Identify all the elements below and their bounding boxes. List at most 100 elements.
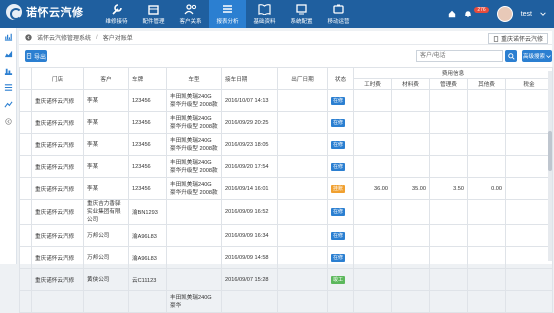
nav-label: 系统配置 xyxy=(290,19,313,25)
row-checkbox[interactable] xyxy=(19,89,32,112)
cell-material xyxy=(391,199,430,225)
avatar[interactable] xyxy=(496,6,513,22)
export-icon xyxy=(26,53,32,59)
table-row[interactable]: 重庆诺怀云汽修 李某 123456 丰田凯美瑞240G 豪华升级型 2008款 2016… xyxy=(19,89,554,112)
col-header-material[interactable]: 材料费 xyxy=(391,78,430,90)
search-icon xyxy=(507,52,515,60)
cell-plate: 渝A96L83 xyxy=(128,224,167,247)
row-checkbox[interactable] xyxy=(19,111,32,134)
app-logo[interactable]: 诺怀云汽修 xyxy=(6,4,84,20)
cell-material xyxy=(391,290,430,313)
col-header-status[interactable]: 状态 xyxy=(327,67,354,90)
row-checkbox[interactable] xyxy=(19,268,32,291)
cell-material xyxy=(391,224,430,247)
mobile-icon xyxy=(333,4,344,14)
col-header-out-date[interactable]: 出厂日期 xyxy=(277,67,328,90)
row-checkbox[interactable] xyxy=(19,155,32,178)
cell-labor xyxy=(353,268,392,291)
cell-in-date: 2016/09/14 16:01 xyxy=(221,177,278,200)
search-button[interactable] xyxy=(505,50,517,62)
advanced-search-button[interactable]: 高级搜索 xyxy=(522,50,552,62)
col-header-model[interactable]: 车型 xyxy=(166,67,222,90)
cell-material: 35.00 xyxy=(391,177,430,200)
back-icon[interactable] xyxy=(25,34,32,41)
cell-store: 重庆诺怀云汽修 xyxy=(31,199,84,225)
app-title: 诺怀云汽修 xyxy=(26,7,84,19)
table-row[interactable]: 重庆诺怀云汽修 重庆吉力香驿实业集团有限公司 渝BN1293 2016/09/09 1… xyxy=(19,199,554,225)
sidebar-chart-column-icon[interactable] xyxy=(0,62,17,79)
table-row[interactable]: 重庆诺怀云汽修 李某 123456 丰田凯美瑞240G 豪华升级型 2008款 2016… xyxy=(19,111,554,134)
col-header-tax[interactable]: 税金 xyxy=(504,78,554,90)
row-checkbox[interactable] xyxy=(19,246,32,269)
settings-icon xyxy=(296,4,307,15)
scrollbar-thumb[interactable] xyxy=(548,131,552,171)
cell-mgmt xyxy=(429,89,468,112)
status-badge: 挂账 xyxy=(331,184,346,193)
breadcrumb-root[interactable]: 诺怀云汽修管理系统 xyxy=(37,33,91,42)
col-header-customer[interactable]: 客户 xyxy=(83,67,129,90)
bell-icon[interactable] xyxy=(464,10,472,18)
search-input[interactable] xyxy=(416,50,503,62)
col-header-mgmt[interactable]: 管理费 xyxy=(429,78,468,90)
cell-tax xyxy=(504,177,554,200)
nav-item-wrench[interactable]: 维修接待 xyxy=(98,0,135,28)
cell-material xyxy=(391,133,430,156)
cell-model xyxy=(166,199,222,225)
export-button[interactable]: 导出 xyxy=(25,50,47,62)
cell-labor: 36.00 xyxy=(353,177,392,200)
nav-item-mobile[interactable]: 移动运营 xyxy=(320,0,357,28)
nav-item-settings[interactable]: 系统配置 xyxy=(283,0,320,28)
table-row[interactable]: 重庆诺怀云汽修 李某 123456 丰田凯美瑞240G 豪华升级型 2008款 2016… xyxy=(19,133,554,156)
cell-other xyxy=(467,133,506,156)
col-header-store[interactable]: 门店 xyxy=(31,67,84,90)
table-row[interactable]: 重庆诺怀云汽修 李某 123456 丰田凯美瑞240G 豪华升级型 2008款 2016… xyxy=(19,155,554,178)
sidebar-chart-area-icon[interactable] xyxy=(0,45,17,62)
cell-mgmt xyxy=(429,199,468,225)
table-row[interactable]: 丰田凯美瑞240G 豪华 xyxy=(19,290,554,313)
user-name[interactable]: test xyxy=(521,11,532,18)
table-row[interactable]: 重庆诺怀云汽修 黄侠公司 云C11123 2016/09/07 15:28 竣工 xyxy=(19,268,554,291)
cell-store: 重庆诺怀云汽修 xyxy=(31,224,84,247)
sidebar-chart-bar-icon[interactable] xyxy=(0,28,17,45)
top-navbar: 诺怀云汽修 维修接待 配件管理 客户关系 报表分析 基础资料 系统配置 移动运营 276 t… xyxy=(0,0,554,28)
row-checkbox[interactable] xyxy=(19,133,32,156)
cell-material xyxy=(391,155,430,178)
company-switch-button[interactable]: 重庆诺怀云汽修 xyxy=(487,33,548,44)
nav-item-box[interactable]: 配件管理 xyxy=(135,0,172,28)
cell-model: 丰田凯美瑞240G 豪华升级型 2008款 xyxy=(166,177,222,200)
nav-item-book[interactable]: 基础资料 xyxy=(246,0,283,28)
table-row[interactable]: 重庆诺怀云汽修 万邦公司 渝A96L83 2016/09/09 16:34 在修 xyxy=(19,224,554,247)
chevron-down-icon[interactable] xyxy=(540,11,546,17)
row-checkbox[interactable] xyxy=(19,177,32,200)
sidebar-chart-line-icon[interactable] xyxy=(0,96,17,113)
cell-mgmt xyxy=(429,111,468,134)
table-row[interactable]: 重庆诺怀云汽修 万邦公司 渝A96L83 2016/09/09 14:58 在修 xyxy=(19,246,554,269)
cell-customer: 李某 xyxy=(83,133,129,156)
row-checkbox[interactable] xyxy=(19,199,32,225)
nav-item-report[interactable]: 报表分析 xyxy=(209,0,246,28)
sidebar-collapse-icon[interactable] xyxy=(0,113,17,130)
col-header-plate[interactable]: 车牌 xyxy=(128,67,167,90)
sidebar-list-icon[interactable] xyxy=(0,79,17,96)
nav-item-users[interactable]: 客户关系 xyxy=(172,0,209,28)
col-header-other[interactable]: 其他费 xyxy=(467,78,506,90)
row-checkbox[interactable] xyxy=(19,290,32,313)
vertical-scrollbar[interactable] xyxy=(548,71,552,261)
col-header-in-date[interactable]: 接车日期 xyxy=(221,67,278,90)
breadcrumb: 诺怀云汽修管理系统 / 客户对账单 重庆诺怀云汽修 xyxy=(19,31,552,45)
cell-store: 重庆诺怀云汽修 xyxy=(31,155,84,178)
cell-material xyxy=(391,246,430,269)
cell-status: 竣工 xyxy=(327,268,354,291)
cell-status: 在修 xyxy=(327,155,354,178)
cell-out-date xyxy=(277,199,328,225)
select-all-checkbox[interactable] xyxy=(19,67,32,90)
home-icon[interactable] xyxy=(448,10,456,18)
table-row[interactable]: 重庆诺怀云汽修 李某 123456 丰田凯美瑞240G 豪华升级型 2008款 2016… xyxy=(19,177,554,200)
col-header-labor[interactable]: 工时费 xyxy=(353,78,392,90)
row-checkbox[interactable] xyxy=(19,224,32,247)
cell-model: 丰田凯美瑞240G 豪华 xyxy=(166,290,222,313)
book-icon xyxy=(258,4,271,15)
cell-in-date: 2016/09/23 18:05 xyxy=(221,133,278,156)
cell-status: 在修 xyxy=(327,246,354,269)
cell-store: 重庆诺怀云汽修 xyxy=(31,268,84,291)
